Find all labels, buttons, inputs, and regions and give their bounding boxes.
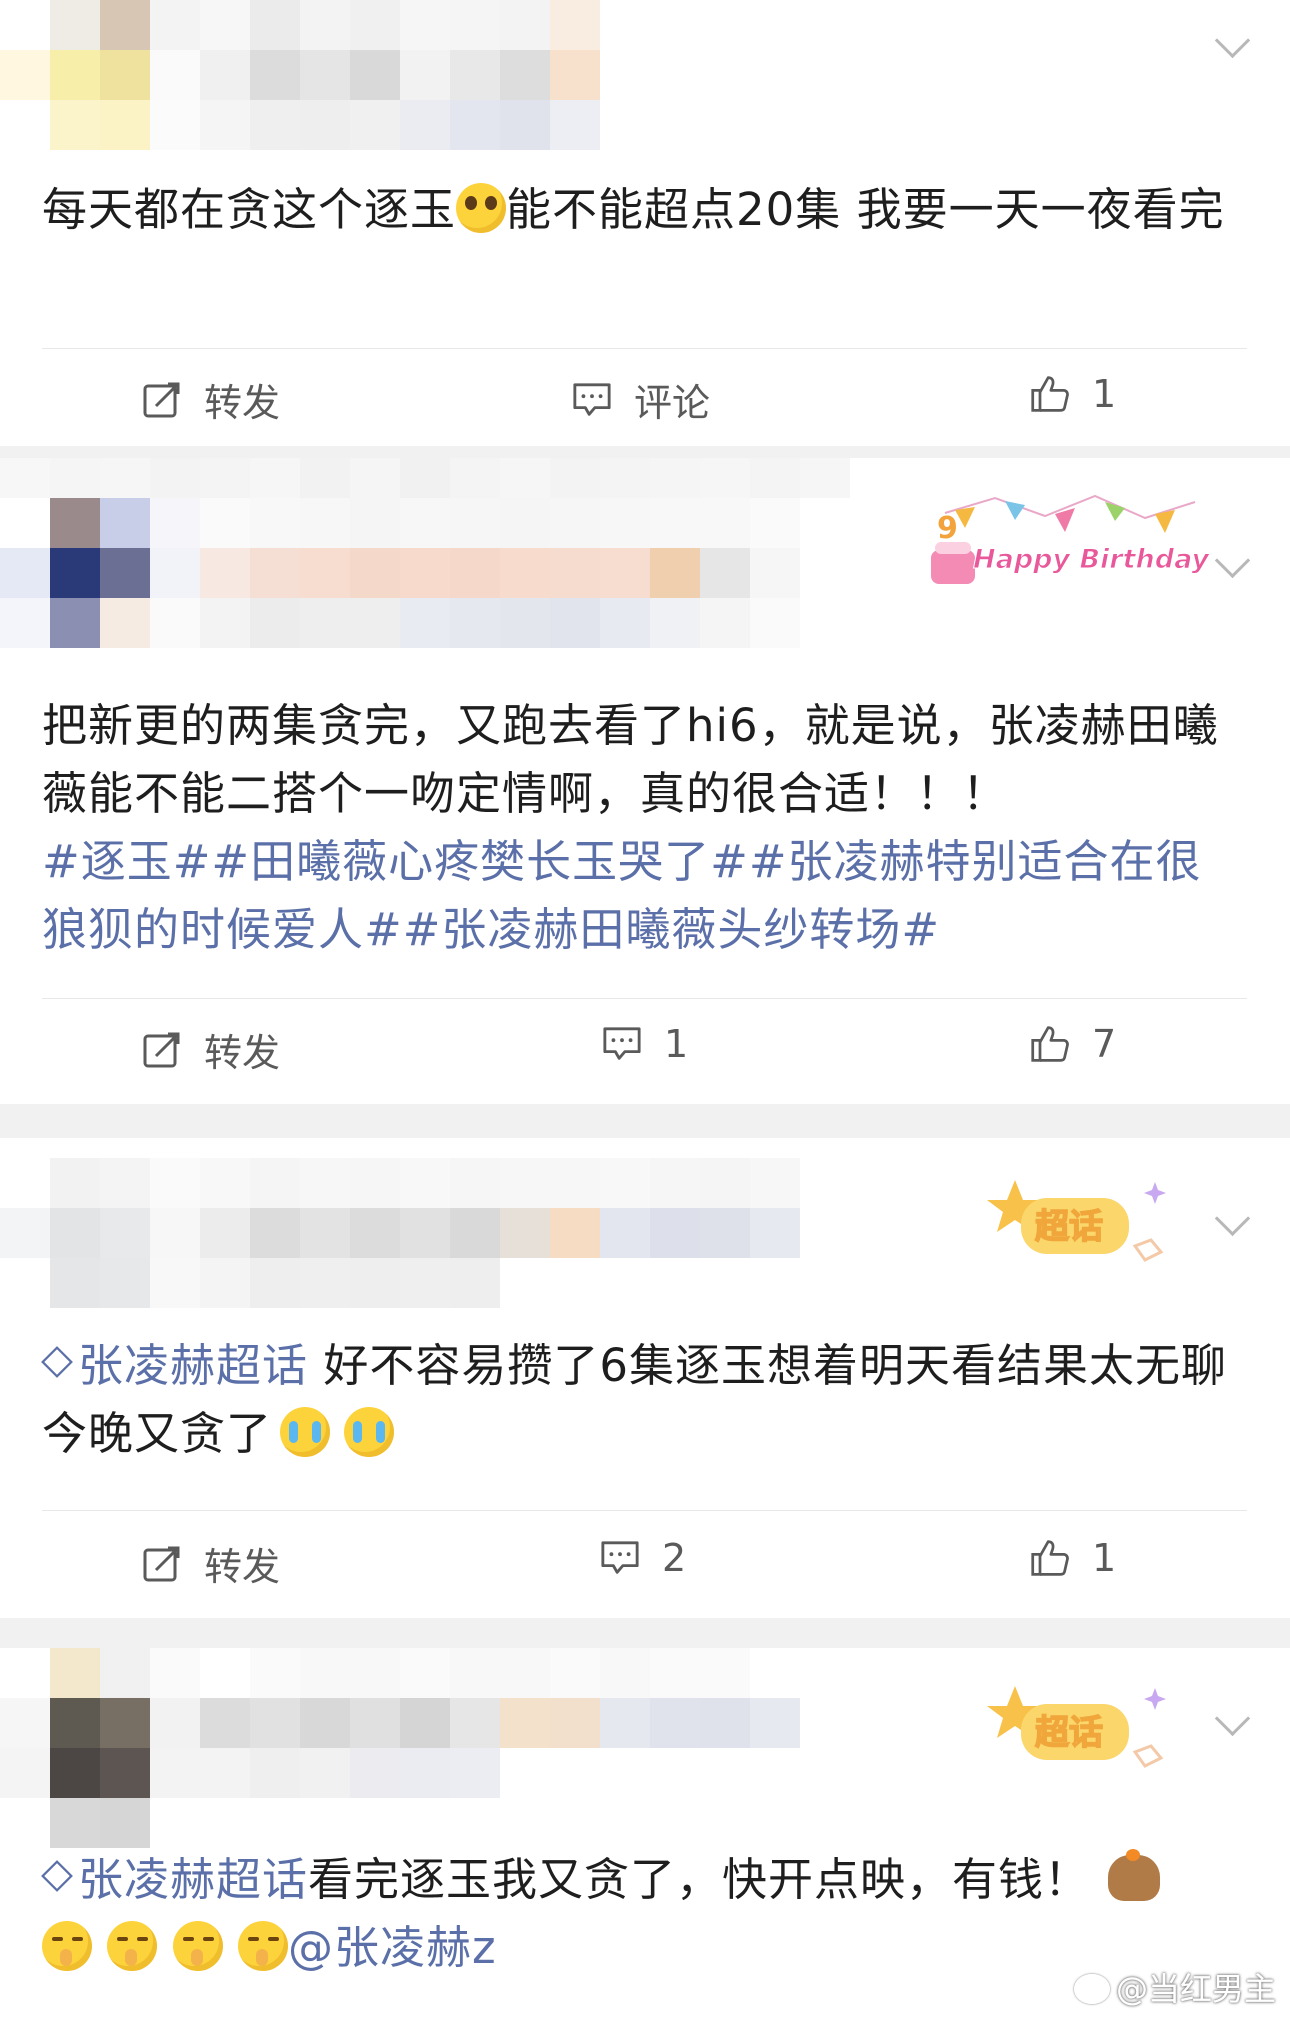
- like-button[interactable]: 7: [1030, 1022, 1116, 1066]
- blurred-avatar: [0, 498, 200, 648]
- divider: [42, 348, 1247, 349]
- super-topic-badge-text: 超话: [1035, 1207, 1103, 1247]
- comment-button[interactable]: 1: [602, 1022, 688, 1066]
- shushing-face-emoji-icon: [237, 1921, 288, 1971]
- super-topic-diamond-icon: [41, 1860, 73, 1892]
- super-topic-badge: 超话: [985, 1170, 1175, 1270]
- pleading-face-emoji-icon: [456, 183, 507, 233]
- comment-button[interactable]: 评论: [572, 372, 710, 427]
- post-body-continued: 能不能超点20集 我要一天一夜看完: [506, 183, 1225, 236]
- comment-count: 1: [664, 1022, 689, 1066]
- repost-icon: [142, 1544, 182, 1584]
- repost-label: 转发: [204, 1031, 281, 1075]
- happy-birthday-text: Happy Birthday: [973, 544, 1210, 575]
- post-separator: [0, 1618, 1290, 1648]
- repost-label: 转发: [204, 1545, 281, 1589]
- post-separator: [0, 1104, 1290, 1138]
- repost-button[interactable]: 转发: [142, 372, 280, 427]
- blurred-avatar: [0, 1648, 200, 1848]
- post-card: 超话 张凌赫超话 好不容易攒了6集逐玉想着明天看结果太无聊今晚又贪了 转发 2 …: [0, 1138, 1290, 1618]
- shushing-face-emoji-icon: [107, 1921, 158, 1971]
- repost-icon: [142, 380, 182, 420]
- shushing-face-emoji-icon: [172, 1921, 223, 1971]
- comment-icon: [602, 1024, 642, 1064]
- post-body: 把新更的两集贪完，又跑去看了hi6，就是说，张凌赫田曦薇能不能二搭个一吻定情啊，…: [42, 699, 1219, 820]
- post-separator: [0, 446, 1290, 458]
- super-topic-badge: 超话: [985, 1676, 1175, 1776]
- comment-icon: [600, 1538, 640, 1578]
- super-topic-diamond-icon: [41, 1346, 73, 1378]
- user-mention-link[interactable]: @张凌赫z: [288, 1921, 497, 1974]
- blurred-username: [200, 1158, 850, 1308]
- like-button[interactable]: 1: [1030, 1536, 1116, 1580]
- more-menu-chevron[interactable]: [1214, 542, 1251, 579]
- comment-count: 2: [662, 1536, 687, 1580]
- blurred-username: [200, 0, 700, 150]
- more-menu-chevron[interactable]: [1214, 1700, 1251, 1737]
- weibo-logo-icon: [1073, 1974, 1110, 2004]
- super-topic-name: 张凌赫超话: [78, 1339, 309, 1392]
- blurred-username: [200, 498, 850, 648]
- more-menu-chevron[interactable]: [1214, 1200, 1251, 1237]
- like-count: 1: [1092, 1536, 1117, 1580]
- more-menu-chevron[interactable]: [1214, 22, 1251, 59]
- super-topic-link[interactable]: 张凌赫超话: [41, 1339, 309, 1392]
- capybara-emoji-icon: [1108, 1849, 1161, 1901]
- post-text: 把新更的两集贪完，又跑去看了hi6，就是说，张凌赫田曦薇能不能二搭个一吻定情啊，…: [42, 692, 1247, 964]
- thumbs-up-icon: [1030, 1538, 1070, 1578]
- happy-birthday-badge: 9 Happy Birthday: [925, 488, 1215, 598]
- crying-face-emoji-icon: [280, 1407, 331, 1457]
- repost-button[interactable]: 转发: [142, 1536, 280, 1591]
- divider: [42, 998, 1247, 999]
- post-body: 每天都在贪这个逐玉: [42, 183, 457, 236]
- post-body: 看完逐玉我又贪了，快开点映，有钱！: [308, 1853, 1091, 1906]
- like-button[interactable]: 1: [1030, 372, 1116, 416]
- weibo-watermark: @当红男主: [1073, 1964, 1276, 2010]
- blurred-username-line: [0, 458, 850, 498]
- thumbs-up-icon: [1030, 374, 1070, 414]
- blurred-avatar: [0, 1158, 200, 1308]
- post-text: 张凌赫超话 好不容易攒了6集逐玉想着明天看结果太无聊今晚又贪了: [41, 1332, 1247, 1468]
- comment-button[interactable]: 2: [600, 1536, 686, 1580]
- super-topic-link[interactable]: 张凌赫超话: [41, 1853, 309, 1906]
- super-topic-badge-text: 超话: [1035, 1713, 1103, 1753]
- hashtag-links[interactable]: #逐玉##田曦薇心疼樊长玉哭了##张凌赫特别适合在很狼狈的时候爱人##张凌赫田曦…: [42, 835, 1202, 956]
- divider: [42, 1510, 1247, 1511]
- repost-button[interactable]: 转发: [142, 1022, 280, 1077]
- blurred-username: [200, 1648, 850, 1798]
- repost-icon: [142, 1030, 182, 1070]
- super-topic-name: 张凌赫超话: [78, 1853, 309, 1906]
- like-count: 1: [1092, 372, 1117, 416]
- post-text: 每天都在贪这个逐玉 能不能超点20集 我要一天一夜看完: [42, 176, 1247, 244]
- post-card: 9 Happy Birthday 把新更的两集贪完，又跑去看了hi6，就是说，张…: [0, 458, 1290, 1104]
- comment-icon: [572, 380, 612, 420]
- blurred-avatar: [0, 0, 200, 150]
- post-card: 超话 张凌赫超话看完逐玉我又贪了，快开点映，有钱！ @张凌赫z @当红男主: [0, 1648, 1290, 2022]
- svg-text:9: 9: [937, 511, 958, 546]
- crying-face-emoji-icon: [344, 1407, 395, 1457]
- like-count: 7: [1092, 1022, 1117, 1066]
- post-text: 张凌赫超话看完逐玉我又贪了，快开点映，有钱！ @张凌赫z: [41, 1846, 1247, 1982]
- shushing-face-emoji-icon: [42, 1921, 92, 1971]
- comment-label: 评论: [634, 381, 711, 425]
- thumbs-up-icon: [1030, 1024, 1070, 1064]
- repost-label: 转发: [204, 381, 281, 425]
- watermark-text: @当红男主: [1115, 1970, 1276, 2008]
- post-card: 每天都在贪这个逐玉 能不能超点20集 我要一天一夜看完 转发 评论 1: [0, 0, 1290, 446]
